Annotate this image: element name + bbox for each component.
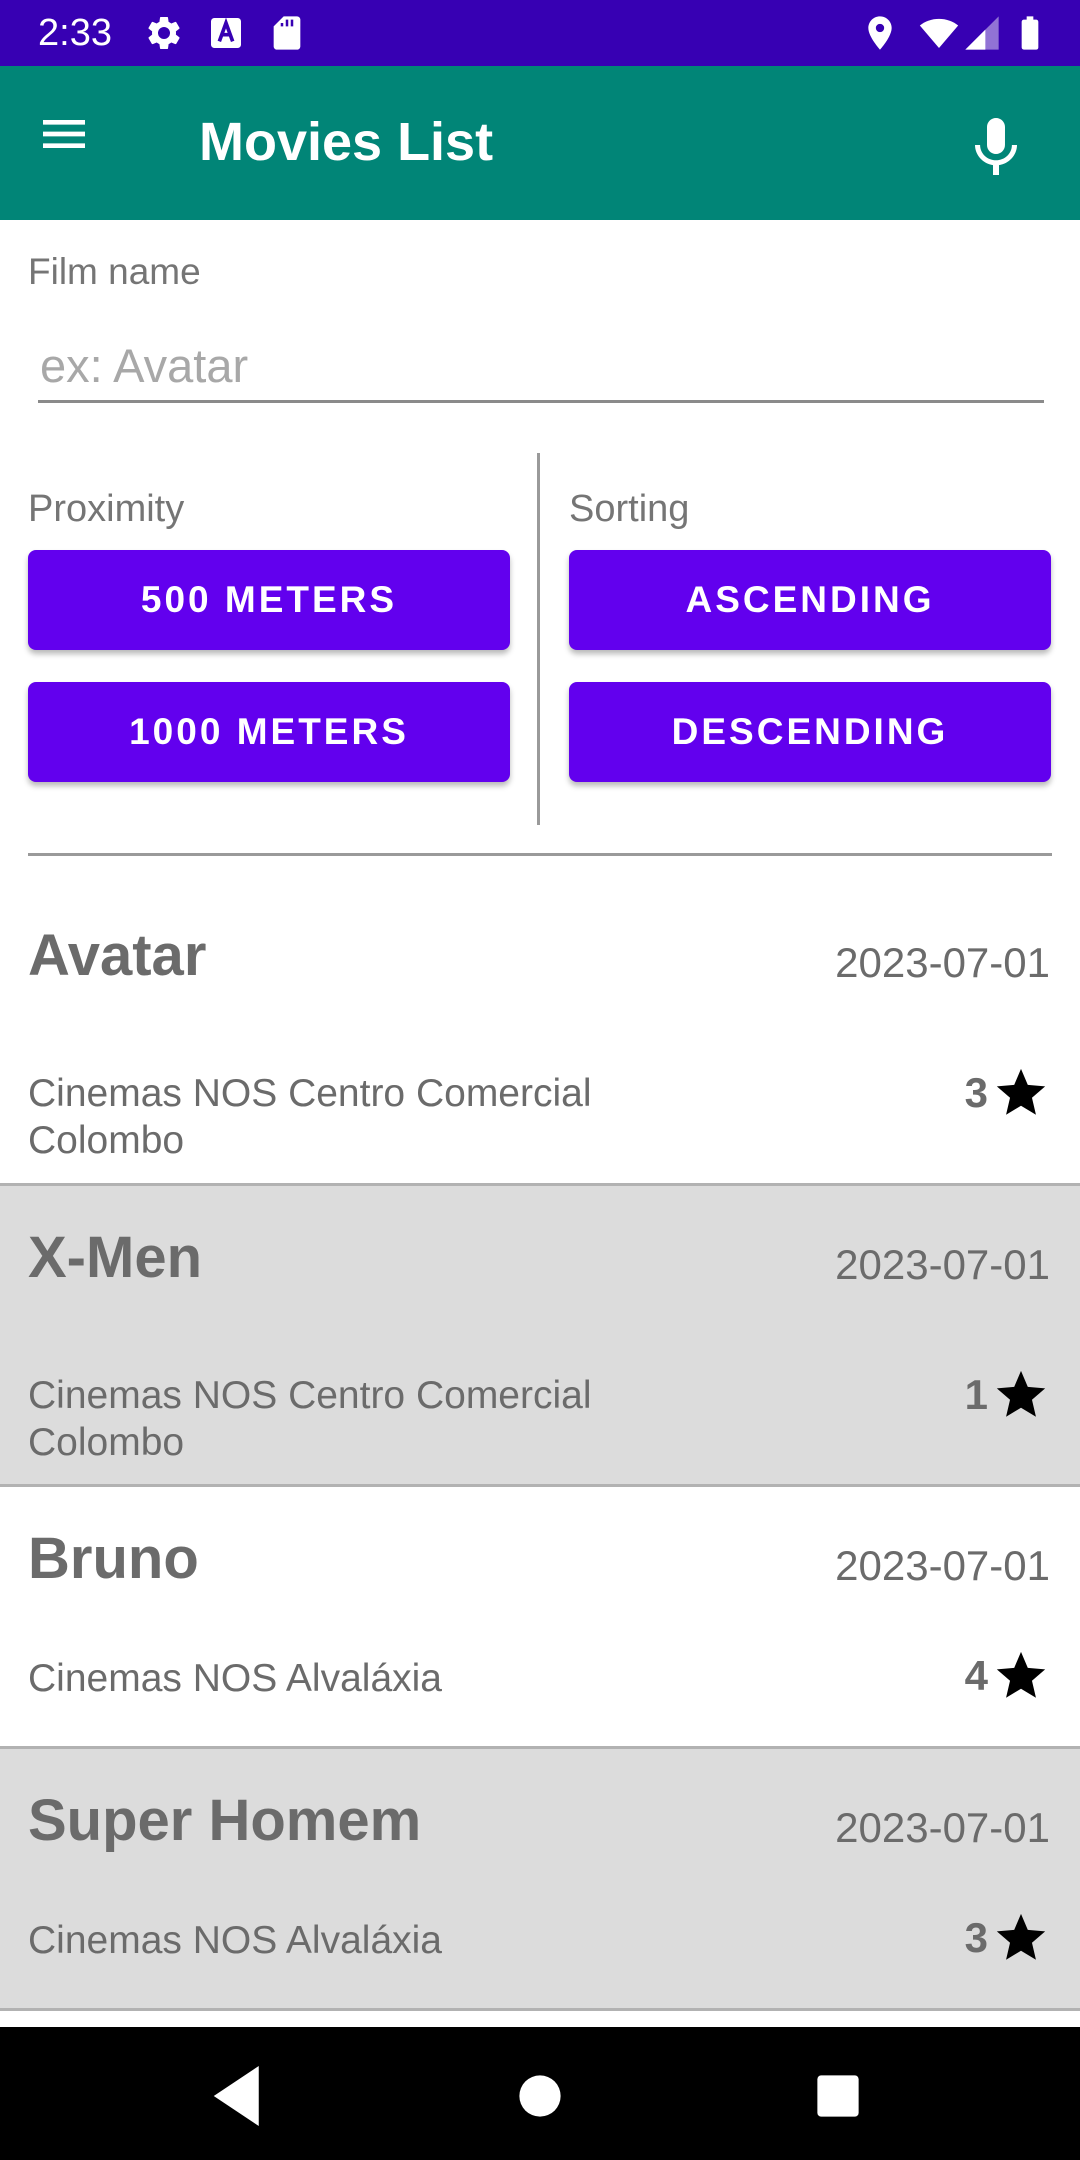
battery-icon: [1021, 16, 1039, 50]
sd-card-icon: [273, 16, 301, 50]
film-name-input[interactable]: [38, 330, 1044, 403]
star-icon: [996, 1651, 1046, 1698]
movie-cinema: Cinemas NOS Centro Comercial Colombo: [28, 1072, 592, 1162]
movie-rating: 1: [965, 1366, 1050, 1424]
menu-button[interactable]: [36, 106, 118, 178]
movie-date: 2023-07-01: [835, 1241, 1050, 1288]
sort-descending-button[interactable]: DESCENDING: [569, 682, 1051, 782]
vertical-divider: [537, 453, 540, 825]
star-icon: [996, 1068, 1046, 1115]
navigation-bar: [0, 2027, 1080, 2160]
movie-rating: 3: [965, 1064, 1050, 1122]
film-name-label: Film name: [28, 251, 201, 292]
movie-rating: 3: [965, 1909, 1050, 1967]
star-icon: [996, 1370, 1046, 1417]
sort-ascending-button[interactable]: ASCENDING: [569, 550, 1051, 650]
rating-value: 1: [964, 1371, 988, 1418]
keyboard-a-icon: [211, 17, 241, 48]
rating-value: 4: [964, 1652, 988, 1699]
app-bar: Movies List: [0, 66, 1080, 220]
proximity-label: Proximity: [28, 488, 185, 530]
movie-date: 2023-07-01: [835, 1804, 1050, 1851]
movie-list-item[interactable]: Super Homem 2023-07-01 Cinemas NOS Alval…: [0, 1749, 1080, 2011]
movie-rating: 4: [965, 1647, 1050, 1705]
page-title: Movies List: [199, 112, 494, 172]
movie-list-item[interactable]: Avatar 2023-07-01 Cinemas NOS Centro Com…: [0, 856, 1080, 1186]
back-triangle-icon: [213, 2066, 259, 2126]
status-time: 2:33: [38, 12, 112, 54]
settings-icon: [148, 16, 180, 49]
star-icon: [996, 1913, 1046, 1960]
voice-search-button[interactable]: [960, 110, 1032, 186]
movie-date: 2023-07-01: [835, 1542, 1050, 1589]
movie-title: Bruno: [28, 1526, 199, 1591]
home-button[interactable]: [495, 2051, 585, 2141]
status-bar: 2:33: [0, 0, 1080, 66]
movie-title: Super Homem: [28, 1788, 422, 1853]
home-circle-icon: [519, 2075, 561, 2117]
movie-title: X-Men: [28, 1225, 202, 1290]
sorting-label: Sorting: [569, 488, 690, 530]
menu-icon: [43, 120, 85, 148]
movie-cinema: Cinemas NOS Alvaláxia: [28, 1657, 442, 1700]
movie-date: 2023-07-01: [835, 939, 1050, 986]
microphone-icon: [975, 118, 1017, 175]
location-icon: [868, 16, 892, 50]
proximity-1000-button[interactable]: 1000 METERS: [28, 682, 510, 782]
proximity-500-button[interactable]: 500 METERS: [28, 550, 510, 650]
signal-icon: [965, 16, 999, 50]
movie-list-item[interactable]: Bruno 2023-07-01 Cinemas NOS Alvaláxia 4: [0, 1487, 1080, 1749]
movie-cinema: Cinemas NOS Alvaláxia: [28, 1919, 442, 1962]
movie-cinema: Cinemas NOS Centro Comercial Colombo: [28, 1374, 592, 1464]
movie-title: Avatar: [28, 923, 207, 988]
movie-list: Avatar 2023-07-01 Cinemas NOS Centro Com…: [0, 856, 1080, 2011]
movie-list-item[interactable]: X-Men 2023-07-01 Cinemas NOS Centro Come…: [0, 1186, 1080, 1487]
recents-square-icon: [817, 2075, 859, 2117]
rating-value: 3: [964, 1914, 988, 1961]
wifi-icon: [919, 18, 959, 48]
recents-button[interactable]: [793, 2051, 883, 2141]
back-button[interactable]: [195, 2051, 285, 2141]
rating-value: 3: [964, 1069, 988, 1116]
